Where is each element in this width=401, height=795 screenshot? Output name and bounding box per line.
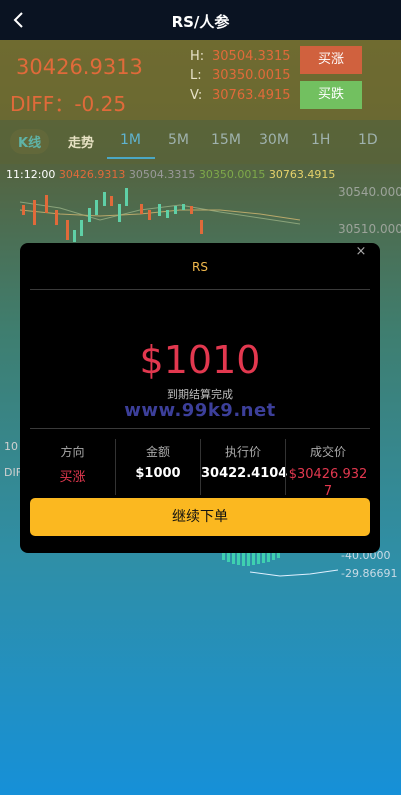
tab-1m[interactable]: 1M (120, 132, 141, 148)
high-row: H: 30504.3315 (190, 49, 291, 64)
top-bar: RS/人参 (0, 0, 401, 40)
deal-price-label: 成交价 (309, 445, 346, 459)
high-label: H: (190, 49, 205, 64)
amount-label: 金额 (145, 445, 170, 459)
amount-value: $1000 (135, 466, 181, 481)
tab-1h[interactable]: 1H (311, 132, 330, 148)
active-tab-indicator (107, 157, 155, 159)
exec-price-label: 执行价 (224, 445, 261, 459)
order-details: 方向 买涨 金额 $1000 执行价 30422.4104 成交价 $30426… (30, 439, 370, 499)
low-row: L: 30350.0015 (190, 68, 291, 83)
diff-value: -0.25 (74, 92, 127, 116)
macd-value-2: -29.86691 (341, 567, 398, 580)
tab-trend[interactable]: 走势 (68, 132, 94, 151)
tab-30m[interactable]: 30M (259, 132, 289, 148)
deal-price-value: $30426.9327 (288, 467, 368, 499)
macd-histogram (222, 552, 339, 577)
modal-divider-top (30, 289, 370, 290)
volume-label: V: (190, 88, 203, 103)
amount-col: 金额 $1000 (115, 439, 200, 495)
volume-row: V: 30763.4915 (190, 88, 291, 103)
period-tabs: K线 走势 1M 5M 15M 30M 1H 1D (0, 120, 401, 164)
tab-1d[interactable]: 1D (358, 132, 378, 148)
direction-value: 买涨 (59, 470, 86, 485)
high-value: 30504.3315 (212, 49, 291, 64)
deal-price-col: 成交价 $30426.9327 (285, 439, 370, 499)
buy-up-button[interactable]: 买涨 (300, 46, 362, 74)
quote-panel: 30426.9313 DIFF：-0.25 H: 30504.3315 L: 303… (0, 40, 401, 120)
diff-readout: DIFF：-0.25 (10, 88, 126, 117)
volume-value: 30763.4915 (212, 88, 291, 103)
page-title: RS/人参 (171, 13, 230, 31)
low-value: 30350.0015 (212, 68, 291, 83)
buy-down-button[interactable]: 买跌 (300, 81, 362, 109)
tab-kline[interactable]: K线 (10, 129, 50, 154)
settlement-modal: RS × $1010 到期结算完成 www.99k9.net 方向 买涨 金额 … (20, 243, 380, 553)
low-label: L: (190, 68, 202, 83)
modal-title: RS (192, 260, 208, 274)
watermark: www.99k9.net (124, 400, 276, 421)
close-icon[interactable]: × (354, 245, 368, 259)
exec-price-value: 30422.4104 (201, 466, 288, 481)
continue-order-button[interactable]: 继续下单 (30, 498, 370, 536)
diff-label: DIFF： (10, 92, 75, 116)
tab-15m[interactable]: 15M (211, 132, 241, 148)
modal-divider-mid (30, 428, 370, 429)
current-price: 30426.9313 (16, 55, 143, 79)
direction-col: 方向 买涨 (30, 439, 115, 495)
candlestick-chart (19, 188, 301, 242)
payout-amount: $1010 (139, 338, 261, 382)
tab-5m[interactable]: 5M (168, 132, 189, 148)
exec-price-col: 执行价 30422.4104 (200, 439, 288, 495)
direction-label: 方向 (60, 445, 85, 459)
side-value-left: 10 (4, 440, 18, 453)
